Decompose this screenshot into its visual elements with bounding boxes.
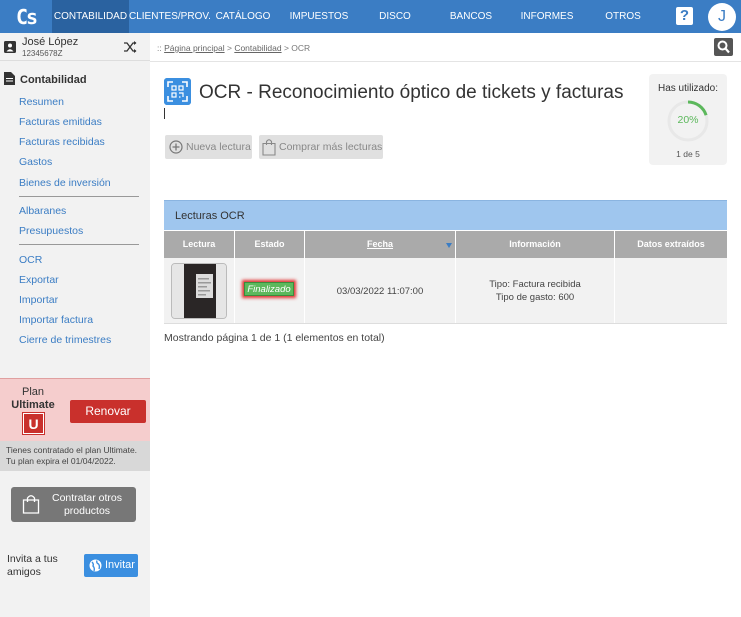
shopping-bag-icon	[262, 139, 276, 156]
usage-percent: 20%	[677, 114, 699, 126]
usage-count: 1 de 5	[676, 149, 700, 159]
usage-label: Has utilizado:	[657, 83, 719, 94]
plan-box: Plan Ultimate U Renovar	[0, 378, 150, 441]
user-icon	[4, 41, 16, 53]
breadcrumb-prefix: ::	[157, 43, 162, 53]
contract-products-label: Contratar otros productos	[51, 492, 123, 517]
column-header-fecha[interactable]: Fecha	[305, 231, 455, 258]
cell-fecha: 03/03/2022 11:07:00	[305, 258, 456, 323]
column-header-estado: Estado	[235, 231, 304, 258]
sidebar-item-facturas-recibidas[interactable]: Facturas recibidas	[19, 136, 105, 148]
sidebar-item-albaranes[interactable]: Albaranes	[19, 205, 66, 217]
sidebar-divider	[19, 196, 139, 197]
contract-products-button[interactable]: Contratar otros productos	[11, 487, 136, 522]
breadcrumb-home[interactable]: Página principal	[164, 43, 224, 53]
app-logo[interactable]: Cs	[0, 0, 52, 33]
sidebar-item-importar-factura[interactable]: Importar factura	[19, 314, 93, 326]
sidebar: José López 12345678Z Contabilidad Resume…	[0, 33, 150, 617]
cell-informacion: Tipo: Factura recibida Tipo de gasto: 60…	[456, 258, 615, 323]
usage-widget: Has utilizado: 20% 1 de 5	[649, 74, 727, 165]
sidebar-item-gastos[interactable]: Gastos	[19, 156, 52, 168]
section-title-contabilidad: Contabilidad	[20, 74, 87, 86]
sidebar-item-ocr[interactable]: OCR	[19, 254, 42, 266]
renew-button[interactable]: Renovar	[70, 400, 146, 423]
sidebar-item-presupuestos[interactable]: Presupuestos	[19, 225, 83, 237]
globe-icon	[89, 559, 102, 572]
plus-circle-icon	[169, 140, 183, 154]
info-type: Tipo: Factura recibida	[489, 279, 581, 290]
invite-text: Invita a tus amigos	[7, 553, 58, 578]
column-header-datos-extraidos: Datos extraídos	[615, 231, 727, 258]
sidebar-item-resumen[interactable]: Resumen	[19, 96, 64, 108]
nav-clientes-prov[interactable]: CLIENTES/PROV.	[129, 0, 211, 33]
user-box: José López 12345678Z	[0, 33, 150, 61]
plan-note-line-2: Tu plan expira el 01/04/2022.	[6, 456, 116, 466]
sidebar-item-exportar[interactable]: Exportar	[19, 274, 59, 286]
column-header-lectura: Lectura	[164, 231, 234, 258]
new-reading-button[interactable]: Nueva lectura	[165, 135, 252, 159]
plan-badge-icon: U	[22, 412, 45, 435]
plan-name: Ultimate	[11, 399, 55, 411]
switch-user-icon[interactable]	[124, 41, 137, 53]
search-button[interactable]	[714, 38, 733, 56]
status-badge: Finalizado	[244, 282, 294, 296]
reading-date: 03/03/2022 11:07:00	[336, 286, 424, 297]
help-icon[interactable]: ?	[676, 7, 693, 25]
nav-catalogo[interactable]: CATÁLOGO	[205, 0, 281, 33]
buy-more-readings-button[interactable]: Comprar más lecturas	[259, 135, 383, 159]
nav-impuestos[interactable]: IMPUESTOS	[281, 0, 357, 33]
user-name: José López	[22, 36, 79, 48]
table-bottom-border	[164, 323, 727, 324]
sidebar-item-facturas-emitidas[interactable]: Facturas emitidas	[19, 116, 102, 128]
top-navigation: Cs CONTABILIDAD CLIENTES/PROV. CATÁLOGO …	[0, 0, 741, 55]
breadcrumb-contabilidad[interactable]: Contabilidad	[234, 43, 281, 53]
buy-more-readings-label: Comprar más lecturas	[279, 141, 383, 153]
user-avatar[interactable]: J	[708, 3, 736, 31]
nav-disco-virtual[interactable]: DISCO VIRTUAL	[357, 0, 433, 55]
invite-button-label: Invitar	[105, 559, 135, 571]
sidebar-item-bienes-inversion[interactable]: Bienes de inversión	[19, 177, 111, 189]
breadcrumb-separator: >	[283, 43, 289, 53]
cell-estado: Finalizado	[235, 258, 305, 323]
ocr-table-title: Lecturas OCR	[175, 210, 245, 222]
ocr-scan-icon	[164, 78, 191, 105]
sidebar-divider	[19, 244, 139, 245]
receipt-thumbnail[interactable]	[171, 263, 227, 319]
page-title: OCR - Reconocimiento óptico de tickets y…	[199, 82, 624, 103]
plan-label: Plan	[21, 386, 45, 398]
sort-desc-icon	[446, 243, 452, 248]
nav-otros[interactable]: OTROS	[585, 0, 661, 33]
plan-note-line-1: Tienes contratado el plan Ultimate.	[6, 445, 138, 455]
document-icon	[4, 72, 15, 85]
breadcrumb-divider	[150, 61, 741, 62]
plan-note: Tienes contratado el plan Ultimate. Tu p…	[0, 441, 150, 471]
sidebar-item-cierre-trimestres[interactable]: Cierre de trimestres	[19, 334, 111, 346]
text-cursor	[164, 108, 165, 119]
cell-datos-extraidos	[615, 258, 727, 323]
nav-bancos[interactable]: BANCOS	[433, 0, 509, 33]
user-tax-id: 12345678Z	[22, 49, 63, 58]
shopping-bag-icon	[22, 495, 40, 514]
breadcrumb-separator: >	[226, 43, 232, 53]
pagination-info: Mostrando página 1 de 1 (1 elementos en …	[164, 332, 385, 344]
sidebar-item-importar[interactable]: Importar	[19, 294, 58, 306]
invite-button[interactable]: Invitar	[84, 554, 138, 577]
breadcrumb: :: Página principal > Contabilidad > OCR	[157, 43, 310, 53]
receipt-image-icon	[172, 264, 226, 318]
column-header-informacion: Información	[456, 231, 614, 258]
column-header-fecha-label: Fecha	[366, 239, 393, 249]
cell-lectura	[164, 258, 235, 323]
breadcrumb-current: OCR	[291, 43, 311, 53]
nav-informes[interactable]: INFORMES	[509, 0, 585, 33]
new-reading-label: Nueva lectura	[186, 141, 251, 153]
info-expense-type: Tipo de gasto: 600	[495, 292, 575, 303]
ocr-table-header: Lecturas OCR	[164, 200, 727, 230]
search-icon	[717, 40, 730, 54]
nav-contabilidad[interactable]: CONTABILIDAD	[52, 0, 129, 33]
